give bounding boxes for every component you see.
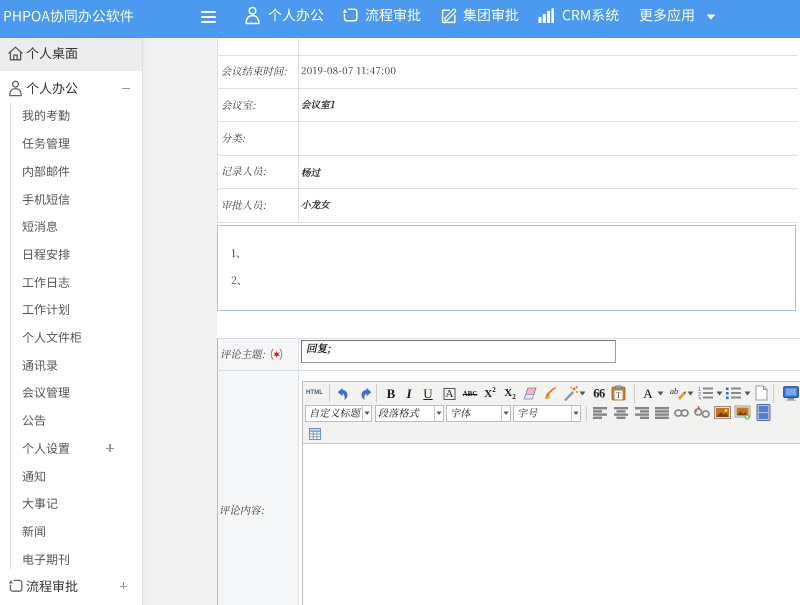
svg-text:T: T — [616, 391, 621, 400]
svg-text:3: 3 — [698, 397, 701, 400]
svg-text:ab: ab — [670, 387, 678, 396]
